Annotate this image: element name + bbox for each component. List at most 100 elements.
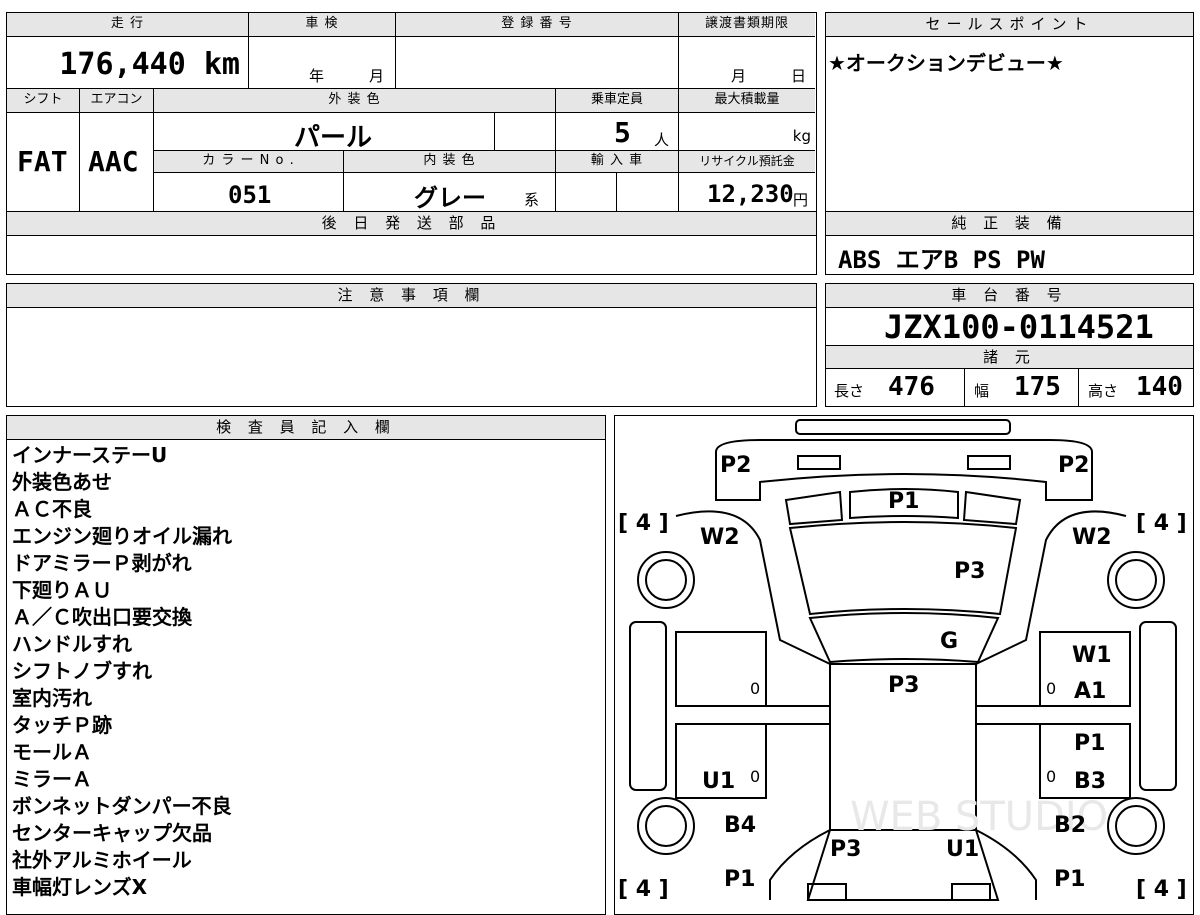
max-load-unit: kg <box>792 127 811 145</box>
mark-trunk: P3 <box>954 559 985 584</box>
note-item: 室内汚れ <box>12 686 92 710</box>
note-item: エンジン廻りオイル漏れ <box>12 524 232 548</box>
shaken-year: 年 <box>309 67 325 85</box>
mark-rear-right: P2 <box>1058 453 1089 478</box>
vehicle-info-block: 走 行 車 検 登 録 番 号 譲渡書類期限 176,440 km 年 月 月 … <box>6 12 817 213</box>
mark-cabin: P3 <box>888 673 919 698</box>
mileage-cell: 176,440 km <box>7 37 249 89</box>
note-item: ハンドルすれ <box>12 632 132 656</box>
exterior-extra-cell <box>495 113 556 151</box>
recycle-value: 12,230 <box>707 180 794 208</box>
capacity-label: 乗車定員 <box>556 89 679 113</box>
note-item: 外装色あせ <box>12 470 112 494</box>
note-item: ミラーＡ <box>12 767 92 791</box>
note-item: 車幅灯レンズX <box>12 875 148 899</box>
note-item: モールＡ <box>12 740 92 764</box>
left-side-rail <box>628 620 667 791</box>
capacity-unit: 人 <box>654 131 670 149</box>
mark-w2-left: W2 <box>700 525 740 550</box>
max-load-cell: kg <box>679 113 815 151</box>
mileage-unit: km <box>203 47 240 82</box>
rear-glass-left <box>784 490 843 525</box>
height-value: 140 <box>1136 372 1183 402</box>
width-label: 幅 <box>974 382 990 400</box>
zero-mark-left-front: 0 <box>750 767 760 786</box>
import-cell-a <box>556 173 617 211</box>
sales-point-block: セールスポイント ★オークションデビュー★ <box>825 12 1194 213</box>
color-no-cell: 051 <box>154 173 344 211</box>
inspector-label: 検 査 員 記 入 欄 <box>7 416 605 440</box>
note-item: 社外アルミホイール <box>12 848 192 872</box>
spec-divider-2 <box>1078 369 1079 406</box>
exterior-color-value: パール <box>294 123 373 153</box>
mark-b2: B2 <box>1054 813 1086 838</box>
recycle-label: リサイクル預託金 <box>679 151 815 173</box>
equipment-block: 純 正 装 備 ABS エアB PS PW <box>825 211 1194 275</box>
tire-front-left: [ 4 ] <box>618 877 669 902</box>
equipment-label: 純 正 装 備 <box>826 212 1193 236</box>
mark-a1: A1 <box>1074 679 1106 704</box>
notice-label: 注 意 事 項 欄 <box>7 284 816 308</box>
transfer-day: 日 <box>791 67 807 85</box>
color-no-value: 051 <box>228 181 272 209</box>
spec-label: 諸 元 <box>826 345 1193 369</box>
interior-color-cell: グレー 系 <box>344 173 556 212</box>
zero-mark-left-rear: 0 <box>750 679 760 698</box>
tire-front-right: [ 4 ] <box>1136 877 1187 902</box>
sales-point-label: セールスポイント <box>826 13 1193 37</box>
length-value: 476 <box>888 372 935 402</box>
ac-value: AAC <box>88 145 139 178</box>
transfer-cell: 月 日 <box>679 37 815 89</box>
mark-w1: W1 <box>1072 643 1112 668</box>
mark-front-left: P1 <box>724 867 755 892</box>
note-item: ドアミラーＰ剥がれ <box>12 551 192 575</box>
interior-color-value: グレー <box>414 184 486 212</box>
mark-b4: B4 <box>724 813 756 838</box>
mark-rear-left: P2 <box>720 453 751 478</box>
inspector-notes: インナーステーU 外装色あせ ＡＣ不良 エンジン廻りオイル漏れ ドアミラーＰ剥が… <box>12 442 232 901</box>
mark-front-right: P1 <box>1054 867 1085 892</box>
interior-color-label: 内 装 色 <box>344 151 556 173</box>
note-item: インナーステーU <box>12 443 168 467</box>
shaken-month: 月 <box>369 67 385 85</box>
note-item: ＡＣ不良 <box>12 497 92 521</box>
spec-divider-1 <box>964 369 965 406</box>
mark-hood-right: U1 <box>946 837 979 862</box>
ac-label: エアコン <box>80 89 154 113</box>
note-item: タッチＰ跡 <box>12 713 112 737</box>
chassis-block: 車 台 番 号 JZX100-0114521 諸 元 長さ 476 幅 175 … <box>825 283 1194 407</box>
right-side-rail <box>1138 620 1177 791</box>
mark-roof: G <box>940 629 958 654</box>
shaken-label: 車 検 <box>249 13 396 37</box>
transfer-month: 月 <box>731 67 747 85</box>
note-item: 下廻りＡＵ <box>12 578 112 602</box>
shaken-cell: 年 月 <box>249 37 396 89</box>
registration-cell <box>396 37 679 89</box>
capacity-cell: 5 人 <box>556 113 679 151</box>
recycle-unit: 円 <box>793 191 809 209</box>
notice-block: 注 意 事 項 欄 <box>6 283 817 407</box>
mark-hood-left: P3 <box>830 837 861 862</box>
note-item: シフトノブすれ <box>12 659 152 683</box>
interior-suffix: 系 <box>524 191 540 209</box>
registration-label: 登 録 番 号 <box>396 13 679 37</box>
max-load-label: 最大積載量 <box>679 89 815 113</box>
mileage-value: 176,440 <box>59 47 186 82</box>
equipment-items: ABS エアB PS PW <box>838 246 1045 274</box>
note-item: Ａ／Ｃ吹出口要交換 <box>12 605 192 629</box>
rear-glass-right <box>962 490 1021 525</box>
mark-p1-right: P1 <box>1074 731 1105 756</box>
exterior-color-cell: パール <box>154 113 495 153</box>
later-parts-label: 後 日 発 送 部 品 <box>7 212 816 236</box>
damage-diagram-block: WEB STUDIO P2 P2 P1 P3 G P3 W2 W2 W1 A1 … <box>614 415 1194 915</box>
width-value: 175 <box>1014 372 1061 402</box>
chassis-number: JZX100-0114521 <box>884 308 1154 346</box>
rear-lamp-left <box>796 454 841 470</box>
mark-rear-glass: P1 <box>888 489 919 514</box>
tire-rear-left: [ 4 ] <box>618 511 669 536</box>
mileage-label: 走 行 <box>7 13 249 37</box>
later-parts-block: 後 日 発 送 部 品 <box>6 211 817 275</box>
chassis-label: 車 台 番 号 <box>826 284 1193 308</box>
mark-b3: B3 <box>1074 769 1106 794</box>
rear-bumper-shape <box>794 418 1011 435</box>
